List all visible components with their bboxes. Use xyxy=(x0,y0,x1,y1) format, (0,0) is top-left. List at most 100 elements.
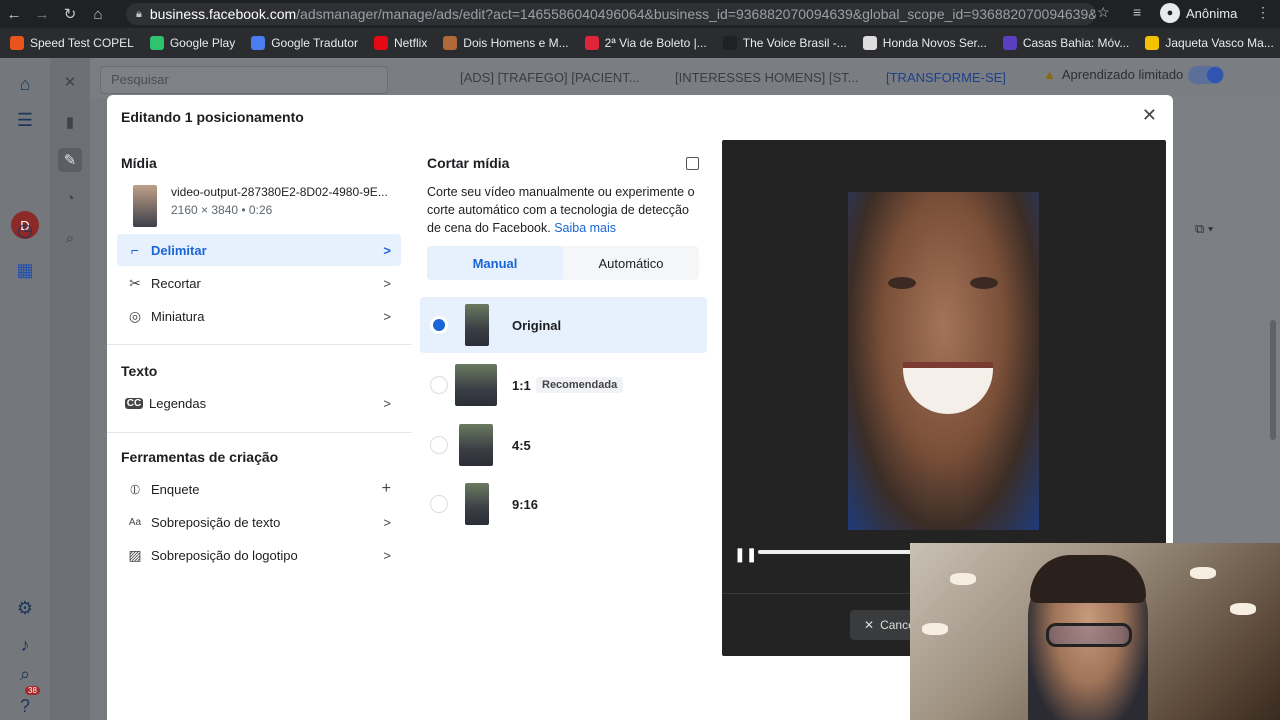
menu-item-legendas[interactable]: CC Legendas > xyxy=(117,387,401,419)
url-path: /adsmanager/manage/ads/edit?act=14655860… xyxy=(296,6,1096,22)
eye-right xyxy=(970,277,998,289)
bookmark-label: Dois Homens e M... xyxy=(463,36,569,50)
clock-icon[interactable]: ◔ xyxy=(58,186,82,210)
forward-icon[interactable]: → xyxy=(28,0,56,28)
search-nav-icon[interactable]: ⌕ xyxy=(13,662,37,686)
zoom-icon[interactable]: ⌕ xyxy=(58,226,82,250)
option-label: 1:1 xyxy=(512,378,531,393)
radio-unselected[interactable] xyxy=(430,436,448,454)
bookmark-item[interactable]: Netflix xyxy=(373,36,428,50)
hamburger-icon[interactable]: ☰ xyxy=(13,108,37,132)
pause-icon[interactable]: ❚❚ xyxy=(734,546,757,563)
scrollbar[interactable] xyxy=(1270,320,1276,440)
address-bar[interactable]: 🔒︎ business.facebook.com /adsmanager/man… xyxy=(126,3,1096,25)
bookmark-label: Honda Novos Ser... xyxy=(882,36,987,50)
edit-icon[interactable]: ✎ xyxy=(58,148,82,172)
incognito-icon: ● xyxy=(1160,3,1180,23)
bookmark-item[interactable]: 2ª Via de Boleto |... xyxy=(584,36,707,50)
crop-option-1-1[interactable]: 1:1 Recomendada xyxy=(420,357,707,413)
bookmark-item[interactable]: Honda Novos Ser... xyxy=(862,36,987,50)
tools-section-title: Ferramentas de criação xyxy=(121,449,279,465)
menu-item-logo-overlay[interactable]: ▨ Sobreposição do logotipo > xyxy=(117,539,401,571)
chevron-right-icon: > xyxy=(383,275,391,291)
bookmark-favicon-icon xyxy=(443,36,458,50)
lock-icon: 🔒︎ xyxy=(136,7,142,20)
crop-mode-tabs: Manual Automático xyxy=(427,246,699,280)
bookmark-item[interactable]: Speed Test COPEL xyxy=(10,36,134,50)
recommended-badge: Recomendada xyxy=(536,377,624,393)
menu-item-enquete[interactable]: ⦶ Enquete + xyxy=(117,473,401,505)
modal-title: Editando 1 posicionamento xyxy=(121,109,304,125)
back-icon[interactable]: ← xyxy=(0,0,28,28)
bookmark-label: Speed Test COPEL xyxy=(30,36,134,50)
ad-toggle[interactable] xyxy=(1188,66,1224,84)
secondary-rail: ✕ ▮ ✎ ◔ ⌕ xyxy=(50,58,90,720)
chart-icon[interactable]: ▮ xyxy=(58,110,82,134)
radio-selected[interactable] xyxy=(430,316,448,334)
breadcrumb-adset[interactable]: [INTERESSES HOMENS] [ST... xyxy=(675,70,858,85)
plus-icon: + xyxy=(381,480,391,497)
star-icon[interactable]: ☆ xyxy=(1097,4,1110,21)
eye-left xyxy=(888,277,916,289)
bookmark-item[interactable]: Jaqueta Vasco Ma... xyxy=(1145,36,1274,50)
bookmark-item[interactable]: Dois Homens e M... xyxy=(443,36,569,50)
bookmark-label: Casas Bahia: Móv... xyxy=(1022,36,1130,50)
reload-icon[interactable]: ↻ xyxy=(56,0,84,28)
chevron-right-icon: > xyxy=(383,547,391,563)
lamp xyxy=(1190,567,1216,579)
bookmark-item[interactable]: Casas Bahia: Móv... xyxy=(1002,36,1130,50)
bookmark-label: Netflix xyxy=(393,36,428,50)
menu-item-recortar[interactable]: ✂ Recortar > xyxy=(117,267,401,299)
menu-item-delimitar[interactable]: ⌐ Delimitar > xyxy=(117,234,401,266)
settings-icon[interactable]: ⚙ xyxy=(13,596,37,620)
lamp xyxy=(922,623,948,635)
bookmark-label: 2ª Via de Boleto |... xyxy=(604,36,707,50)
tab-automatico[interactable]: Automático xyxy=(563,246,699,280)
external-link-icon[interactable]: ⧉ ▾ xyxy=(1195,221,1213,237)
bell-icon[interactable]: ♪ xyxy=(13,633,37,657)
lamp xyxy=(950,573,976,585)
grid-icon[interactable]: ▦ xyxy=(13,258,37,282)
radio-unselected[interactable] xyxy=(430,495,448,513)
learning-status: ▲ Aprendizado limitado xyxy=(1043,67,1183,82)
crop-option-original[interactable]: Original xyxy=(420,297,707,353)
radio-unselected[interactable] xyxy=(430,376,448,394)
bookmark-item[interactable]: Google Tradutor xyxy=(251,36,358,50)
text-overlay-icon: Aa xyxy=(128,516,142,528)
learn-more-link[interactable]: Saiba mais xyxy=(554,221,616,235)
tab-manual[interactable]: Manual xyxy=(427,246,563,280)
bookmark-favicon-icon xyxy=(1145,36,1160,50)
search-input[interactable]: Pesquisar xyxy=(100,66,388,94)
breadcrumb-ad[interactable]: [TRANSFORME-SE] xyxy=(886,70,1006,85)
bookmark-label: Google Tradutor xyxy=(271,36,358,50)
menu-item-label: Sobreposição de texto xyxy=(151,514,281,530)
reading-list-icon[interactable]: ≡ xyxy=(1133,4,1141,20)
dashboard-icon[interactable]: ◷ xyxy=(13,218,37,242)
menu-icon[interactable]: ⋮ xyxy=(1256,4,1270,21)
layout-icon[interactable] xyxy=(686,157,699,170)
close-icon[interactable]: ✕ xyxy=(1142,105,1157,126)
breadcrumb-campaign[interactable]: [ADS] [TRAFEGO] [PACIENT... xyxy=(460,70,640,85)
bookmark-item[interactable]: Google Play xyxy=(149,36,235,50)
close-rail-icon[interactable]: ✕ xyxy=(58,70,82,94)
bookmark-favicon-icon xyxy=(862,36,877,50)
option-thumbnail xyxy=(465,483,489,525)
bookmark-item[interactable]: The Voice Brasil -... xyxy=(722,36,847,50)
video-frame[interactable] xyxy=(848,192,1039,530)
bookmark-label: The Voice Brasil -... xyxy=(742,36,847,50)
bookmark-favicon-icon xyxy=(373,36,388,50)
video-thumbnail xyxy=(133,185,157,227)
home-nav-icon[interactable]: ⌂ xyxy=(13,72,37,96)
option-thumbnail xyxy=(455,364,497,406)
crop-option-4-5[interactable]: 4:5 xyxy=(420,417,707,473)
menu-item-text-overlay[interactable]: Aa Sobreposição de texto > xyxy=(117,506,401,538)
help-icon[interactable]: ? xyxy=(13,694,37,718)
menu-item-miniatura[interactable]: ◎ Miniatura > xyxy=(117,300,401,332)
home-icon[interactable]: ⌂ xyxy=(84,0,112,28)
chevron-right-icon: > xyxy=(383,308,391,324)
crop-option-9-16[interactable]: 9:16 xyxy=(420,476,707,532)
warning-icon: ▲ xyxy=(1043,67,1056,82)
divider xyxy=(107,344,412,345)
profile-button[interactable]: ● Anônima xyxy=(1160,3,1237,23)
chevron-right-icon: > xyxy=(383,514,391,530)
